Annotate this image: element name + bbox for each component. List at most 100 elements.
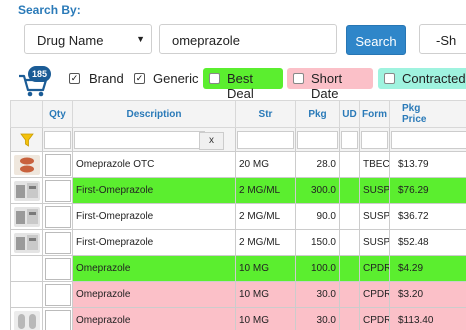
search-input[interactable]: omeprazole xyxy=(159,24,337,54)
pkg-cell: 30.0 xyxy=(295,281,340,308)
product-image-cell xyxy=(10,151,43,178)
strength-cell: 10 MG xyxy=(235,307,296,330)
best-deal-filter[interactable]: Best Deal xyxy=(203,68,283,101)
contracted-checkbox[interactable] xyxy=(384,73,395,84)
table-row[interactable]: Omeprazole OTC 20 MG 28.0 TBEC $13.79 xyxy=(10,151,466,178)
description-filter-input[interactable] xyxy=(74,130,205,149)
form-filter-input[interactable] xyxy=(361,130,388,149)
short-date-checkbox[interactable] xyxy=(293,73,304,84)
filter-row xyxy=(10,127,466,152)
qty-input[interactable] xyxy=(44,231,71,254)
form-cell: SUSP xyxy=(359,229,390,256)
ud-filter-input[interactable] xyxy=(341,130,358,149)
filter-icon-cell xyxy=(10,127,43,152)
pkg-cell: 300.0 xyxy=(295,177,340,204)
form-column-header[interactable]: Form xyxy=(359,100,390,128)
ud-cell xyxy=(339,281,360,308)
clear-filter-button[interactable]: x xyxy=(199,132,224,150)
qty-input[interactable] xyxy=(44,179,71,202)
str-filter-input[interactable] xyxy=(237,130,294,149)
ud-filter-cell xyxy=(339,127,360,152)
qty-cell xyxy=(42,307,73,330)
qty-input[interactable] xyxy=(44,257,71,280)
table-row[interactable]: First-Omeprazole 2 MG/ML 300.0 SUSP $76.29 xyxy=(10,177,466,204)
product-image-cell xyxy=(10,203,43,230)
price-cell: $13.79 xyxy=(389,151,466,178)
cart-count-badge: 185 xyxy=(28,66,51,82)
kit-image-icon xyxy=(13,232,40,253)
best-deal-label: Best Deal xyxy=(227,71,254,101)
search-type-select[interactable]: Drug Name ▼ xyxy=(24,24,152,54)
qty-cell xyxy=(42,281,73,308)
kit-image-icon xyxy=(13,206,40,227)
description-cell[interactable]: First-Omeprazole xyxy=(72,177,236,204)
price-filter-input[interactable] xyxy=(391,130,466,149)
ud-cell xyxy=(339,229,360,256)
pkg-cell: 90.0 xyxy=(295,203,340,230)
search-button[interactable]: Search xyxy=(346,25,406,55)
pkg-filter-input[interactable] xyxy=(297,130,338,149)
strength-cell: 2 MG/ML xyxy=(235,229,296,256)
short-date-filter[interactable]: Short Date xyxy=(287,68,373,101)
price-cell: $4.29 xyxy=(389,255,466,282)
contracted-filter[interactable]: Contracted xyxy=(378,68,466,89)
price-column-header[interactable]: Pkg Price xyxy=(389,100,466,128)
short-date-label: Short Date xyxy=(311,71,343,101)
strength-cell: 2 MG/ML xyxy=(235,177,296,204)
qty-cell xyxy=(42,151,73,178)
filter-icon[interactable] xyxy=(19,133,34,147)
qty-input[interactable] xyxy=(44,309,71,330)
description-cell[interactable]: First-Omeprazole xyxy=(72,229,236,256)
str-column-header[interactable]: Str xyxy=(235,100,296,128)
qty-filter-cell xyxy=(42,127,73,152)
table-row[interactable]: Omeprazole 10 MG 30.0 CPDR $113.40 xyxy=(10,307,466,330)
price-cell: $113.40 xyxy=(389,307,466,330)
description-cell[interactable]: Omeprazole xyxy=(72,307,236,330)
product-image-cell xyxy=(10,229,43,256)
description-column-header[interactable]: Description xyxy=(72,100,236,128)
qty-cell xyxy=(42,177,73,204)
qty-column-header[interactable]: Qty xyxy=(42,100,73,128)
ud-column-header[interactable]: UD xyxy=(339,100,360,128)
qty-input[interactable] xyxy=(44,283,71,306)
product-image-cell xyxy=(10,255,43,282)
product-image-cell xyxy=(10,177,43,204)
ud-cell xyxy=(339,177,360,204)
best-deal-checkbox[interactable] xyxy=(209,73,220,84)
pkg-filter-cell xyxy=(295,127,340,152)
generic-checkbox[interactable]: ✓ xyxy=(134,73,145,84)
table-row[interactable]: Omeprazole 10 MG 100.0 CPDR $4.29 xyxy=(10,255,466,282)
strength-cell: 20 MG xyxy=(235,151,296,178)
brand-label: Brand xyxy=(89,71,124,86)
form-cell: SUSP xyxy=(359,177,390,204)
qty-cell xyxy=(42,203,73,230)
sort-select[interactable]: -Sh xyxy=(419,24,466,54)
qty-input[interactable] xyxy=(44,153,71,176)
price-filter-cell xyxy=(389,127,466,152)
description-cell[interactable]: First-Omeprazole xyxy=(72,203,236,230)
strength-cell: 10 MG xyxy=(235,255,296,282)
pkg-cell: 30.0 xyxy=(295,307,340,330)
description-cell[interactable]: Omeprazole OTC xyxy=(72,151,236,178)
str-filter-cell xyxy=(235,127,296,152)
ud-cell xyxy=(339,255,360,282)
pkg-column-header[interactable]: Pkg xyxy=(295,100,340,128)
chevron-down-icon: ▼ xyxy=(136,34,145,44)
qty-cell xyxy=(42,229,73,256)
description-cell[interactable]: Omeprazole xyxy=(72,255,236,282)
contracted-label: Contracted xyxy=(402,71,466,86)
price-cell: $76.29 xyxy=(389,177,466,204)
pkg-cell: 100.0 xyxy=(295,255,340,282)
table-row[interactable]: First-Omeprazole 2 MG/ML 90.0 SUSP $36.72 xyxy=(10,203,466,230)
generic-label: Generic xyxy=(153,71,199,86)
pkg-cell: 28.0 xyxy=(295,151,340,178)
table-row[interactable]: First-Omeprazole 2 MG/ML 150.0 SUSP $52.48 xyxy=(10,229,466,256)
description-cell[interactable]: Omeprazole xyxy=(72,281,236,308)
brand-checkbox[interactable]: ✓ xyxy=(69,73,80,84)
table-row[interactable]: Omeprazole 10 MG 30.0 CPDR $3.20 xyxy=(10,281,466,308)
qty-filter-input[interactable] xyxy=(44,130,71,149)
price-cell: $36.72 xyxy=(389,203,466,230)
ud-cell xyxy=(339,151,360,178)
qty-input[interactable] xyxy=(44,205,71,228)
qty-cell xyxy=(42,255,73,282)
